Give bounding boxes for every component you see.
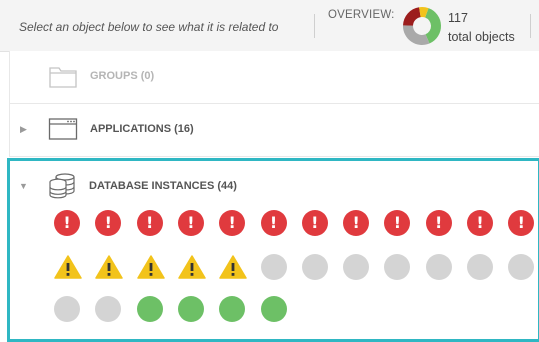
groups-label: GROUPS (0) xyxy=(90,70,155,82)
donut-slice-unknown[interactable] xyxy=(403,25,430,45)
status-warning-icon[interactable] xyxy=(178,254,206,280)
applications-row[interactable]: ▶ APPLICATIONS (16) xyxy=(9,104,539,157)
status-unknown-icon[interactable] xyxy=(301,254,328,280)
status-ok-icon[interactable] xyxy=(177,296,204,322)
donut-slice-ok[interactable] xyxy=(425,8,441,44)
status-critical-icon[interactable] xyxy=(219,210,246,236)
database-instances-label: DATABASE INSTANCES (44) xyxy=(89,180,237,192)
status-critical-icon[interactable] xyxy=(343,210,370,236)
status-ok-icon[interactable] xyxy=(136,296,163,322)
overview-donut-chart[interactable] xyxy=(402,6,442,46)
status-unknown-icon[interactable] xyxy=(95,296,122,322)
status-critical-icon[interactable] xyxy=(425,210,452,236)
status-critical-icon[interactable] xyxy=(467,210,493,236)
toolbar-divider xyxy=(314,14,315,38)
status-critical-icon[interactable] xyxy=(54,210,80,236)
status-unknown-icon[interactable] xyxy=(508,254,535,280)
status-critical-icon[interactable] xyxy=(301,210,328,236)
status-critical-icon[interactable] xyxy=(95,210,122,236)
groups-row[interactable]: GROUPS (0) xyxy=(9,51,539,104)
status-ok-icon[interactable] xyxy=(219,296,246,322)
status-unknown-icon[interactable] xyxy=(343,254,370,280)
folder-icon xyxy=(49,67,77,88)
status-unknown-icon[interactable] xyxy=(467,254,493,280)
status-ok-icon[interactable] xyxy=(260,296,287,322)
status-unknown-icon[interactable] xyxy=(384,254,411,280)
total-objects-label: total objects xyxy=(448,30,515,44)
expand-caret-icon[interactable]: ▶ xyxy=(20,124,27,135)
status-critical-icon[interactable] xyxy=(136,210,163,236)
status-critical-icon[interactable] xyxy=(260,210,287,236)
total-objects-count: 117 xyxy=(448,11,468,25)
status-warning-icon[interactable] xyxy=(95,254,124,280)
collapse-caret-icon[interactable]: ▼ xyxy=(19,181,28,191)
status-critical-icon[interactable] xyxy=(508,210,535,236)
toolbar-divider-right xyxy=(530,14,531,38)
database-icon xyxy=(49,173,75,199)
overview-toolbar: Select an object below to see what it is… xyxy=(0,0,539,52)
status-unknown-icon[interactable] xyxy=(425,254,452,280)
overview-label: OVERVIEW: xyxy=(328,9,395,21)
status-warning-icon[interactable] xyxy=(219,254,247,280)
selection-hint: Select an object below to see what it is… xyxy=(19,20,279,34)
donut-slice-critical[interactable] xyxy=(403,7,421,26)
status-unknown-icon[interactable] xyxy=(54,296,80,322)
application-window-icon xyxy=(48,118,78,140)
status-warning-icon[interactable] xyxy=(54,254,82,280)
status-warning-icon[interactable] xyxy=(136,254,165,280)
status-critical-icon[interactable] xyxy=(177,210,204,236)
status-critical-icon[interactable] xyxy=(384,210,411,236)
status-unknown-icon[interactable] xyxy=(260,254,287,280)
applications-label: APPLICATIONS (16) xyxy=(90,123,194,135)
database-instances-panel[interactable]: ▼ DATABASE INSTANCES (44) xyxy=(7,158,539,342)
